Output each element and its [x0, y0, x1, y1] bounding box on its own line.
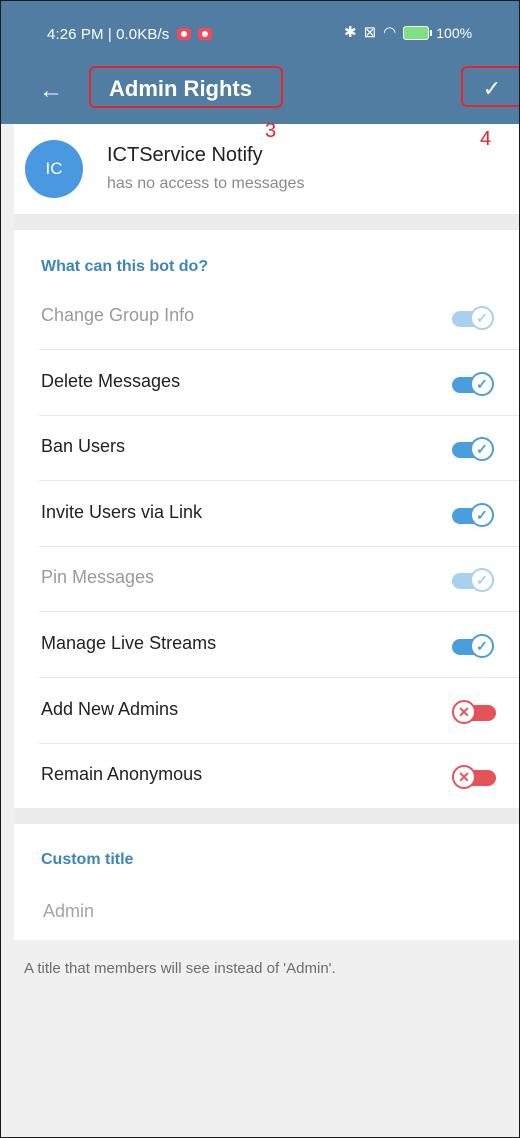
close-icon: ✕: [452, 699, 476, 724]
right-toggle[interactable]: ✕: [452, 699, 498, 726]
right-label: Invite Users via Link: [41, 501, 203, 522]
battery-value: 100: [436, 25, 460, 41]
close-icon: ✕: [452, 765, 476, 790]
battery-icon: [403, 26, 433, 40]
custom-title-hint: A title that members will see instead of…: [24, 960, 336, 977]
status-icons: ✱ ⊠ ◠ 100%: [344, 24, 472, 42]
check-icon: ✓: [470, 371, 494, 396]
camera-notification-icon: [197, 28, 212, 40]
avatar: IC: [25, 140, 83, 198]
check-icon: ✓: [470, 568, 494, 593]
rights-section: What can this bot do? Change Group Info ✓…: [14, 230, 520, 808]
confirm-annotation-box: [461, 66, 520, 107]
screen: 4:26 PM | 0.0KB/s ✱ ⊠ ◠ 100% ← Admin Rig…: [0, 0, 520, 1138]
status-bar: 4:26 PM | 0.0KB/s ✱ ⊠ ◠ 100%: [0, 0, 520, 72]
right-row[interactable]: Remain Anonymous ✕: [14, 744, 520, 809]
bot-status: has no access to messages: [107, 175, 305, 192]
custom-title-section: Custom title: [14, 824, 520, 940]
right-toggle: ✓: [452, 568, 498, 594]
check-icon: ✓: [470, 634, 494, 658]
right-toggle[interactable]: ✓: [452, 437, 498, 463]
rights-header: What can this bot do?: [41, 258, 209, 275]
right-toggle: ✓: [452, 306, 498, 332]
wifi-icon: ◠: [383, 24, 397, 41]
right-toggle[interactable]: ✓: [452, 371, 498, 398]
right-row[interactable]: Invite Users via Link ✓: [14, 482, 520, 547]
check-icon: ✓: [470, 502, 494, 527]
right-toggle[interactable]: ✓: [452, 634, 498, 660]
annotation-label-4: 4: [480, 128, 492, 150]
section-gap: [14, 808, 520, 824]
section-gap: [14, 214, 520, 230]
right-row[interactable]: Add New Admins ✕: [14, 679, 520, 744]
bluetooth-icon: ✱: [344, 24, 357, 41]
check-icon: ✓: [470, 437, 494, 462]
custom-title-input[interactable]: [43, 894, 483, 928]
sim-off-icon: ⊠: [363, 24, 377, 41]
annotation-label-3: 3: [265, 120, 277, 142]
right-toggle[interactable]: ✓: [452, 502, 498, 529]
back-button[interactable]: ←: [36, 76, 66, 106]
right-label: Add New Admins: [41, 698, 179, 719]
title-annotation-box: [89, 66, 283, 108]
right-row: Pin Messages ✓: [14, 547, 520, 613]
right-row[interactable]: Manage Live Streams ✓: [14, 613, 520, 678]
right-label: Remain Anonymous: [41, 764, 203, 785]
battery-percent: 100%: [436, 25, 473, 41]
right-label: Ban Users: [41, 436, 126, 457]
right-label: Change Group Info: [41, 305, 195, 325]
right-row[interactable]: Delete Messages ✓: [14, 351, 520, 416]
status-time: 4:26 PM | 0.0KB/s: [47, 26, 212, 43]
custom-title-header: Custom title: [41, 851, 134, 868]
check-icon: ✓: [470, 306, 494, 330]
arrow-left-icon: ←: [39, 77, 63, 104]
record-notification-icon: [176, 28, 191, 40]
right-row: Change Group Info ✓: [14, 285, 520, 350]
right-toggle[interactable]: ✕: [452, 765, 498, 791]
right-row[interactable]: Ban Users ✓: [14, 416, 520, 482]
status-time-text: 4:26 PM | 0.0KB/s: [47, 26, 170, 43]
right-label: Delete Messages: [41, 370, 181, 391]
right-label: Manage Live Streams: [41, 633, 217, 653]
right-label: Pin Messages: [41, 567, 155, 588]
bot-name: ICTService Notify: [107, 144, 263, 166]
